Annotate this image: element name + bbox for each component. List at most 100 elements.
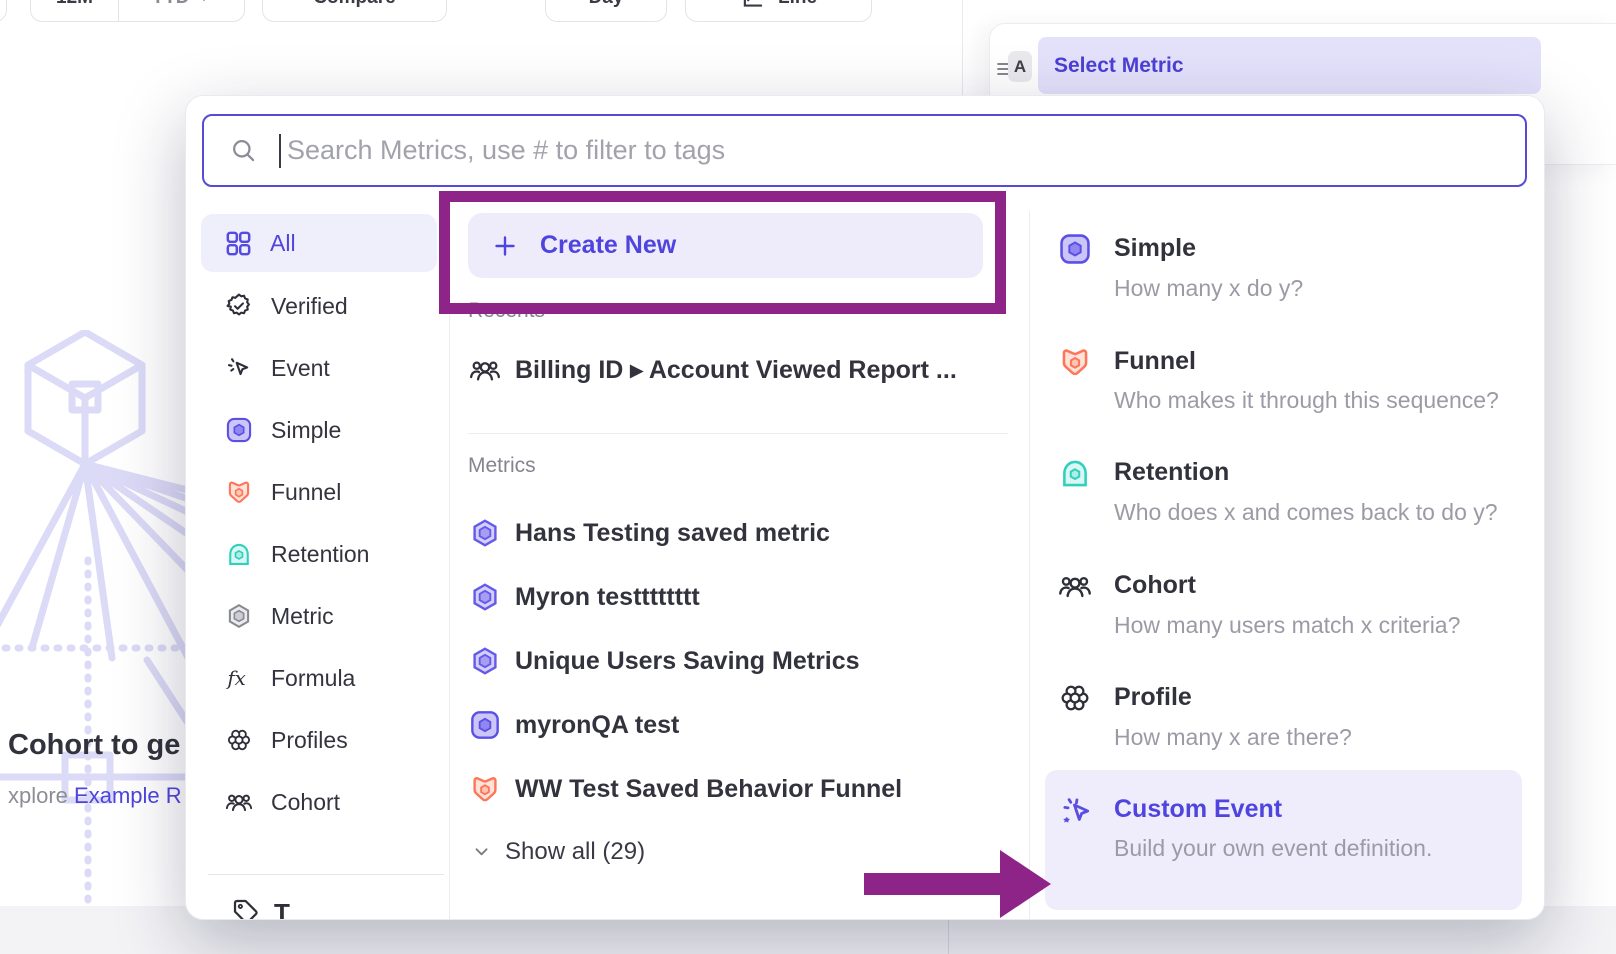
recents-metrics-divider <box>468 433 1008 434</box>
funnel-icon <box>469 773 501 805</box>
recent-item-label: Billing ID ▸ Account Viewed Report ... <box>515 355 957 385</box>
chart-type-line-label: Line <box>778 0 817 9</box>
profiles-cluster-icon <box>225 726 253 754</box>
sidebar-item-label: T <box>274 898 290 920</box>
chart-type-line-button[interactable]: Line <box>685 0 872 22</box>
sidebar-item-metric[interactable]: Metric <box>201 587 437 645</box>
range-ytd-button[interactable]: YTD <box>118 0 244 21</box>
sidebar-item-cohort[interactable]: Cohort <box>201 773 437 831</box>
cohort-icon <box>469 354 501 386</box>
text-caret <box>279 134 281 168</box>
metric-list-item[interactable]: WW Test Saved Behavior Funnel <box>469 773 902 805</box>
search-input[interactable] <box>285 134 1525 167</box>
show-all-label: Show all (29) <box>505 838 645 866</box>
canvas-divider <box>962 0 963 95</box>
metric-hexagon-icon <box>469 581 501 613</box>
metric-clause-badge: A <box>1008 51 1032 82</box>
type-cohort-title[interactable]: Cohort <box>1114 571 1196 600</box>
custom-event-icon[interactable] <box>1058 793 1094 829</box>
sidebar-item-verified[interactable]: Verified <box>201 277 437 335</box>
recent-item-row[interactable]: Billing ID ▸ Account Viewed Report ... <box>469 354 957 386</box>
profiles-cluster-icon[interactable] <box>1058 681 1092 715</box>
funnel-icon[interactable] <box>1058 345 1092 379</box>
simple-metric-icon <box>225 416 253 444</box>
metric-picker-modal: All Verified Event Simple <box>185 95 1545 920</box>
show-all-toggle[interactable]: Show all (29) <box>471 838 645 866</box>
type-profile-desc: How many x are there? <box>1114 724 1352 751</box>
sidebar-item-tags-partial[interactable]: T <box>230 896 290 920</box>
plus-icon <box>492 233 518 259</box>
chevron-down-icon <box>471 841 493 863</box>
metric-hexagon-icon <box>469 517 501 549</box>
simple-metric-icon[interactable] <box>1058 232 1092 266</box>
sidebar-item-all[interactable]: All <box>201 214 437 272</box>
sidebar-item-label: Simple <box>271 417 341 444</box>
type-funnel-title[interactable]: Funnel <box>1114 347 1196 376</box>
date-range-segmented-control: 12M YTD <box>30 0 245 22</box>
select-metric-pill[interactable]: Select Metric <box>1038 37 1541 94</box>
metrics-section-label: Metrics <box>468 454 536 478</box>
sidebar-item-label: Formula <box>271 665 355 692</box>
empty-state-explore-line: xplore Example R <box>8 783 182 809</box>
type-simple-desc: How many x do y? <box>1114 275 1303 302</box>
line-chart-icon <box>740 0 766 11</box>
metric-item-label: Myron testttttttt <box>515 583 700 612</box>
type-funnel-desc: Who makes it through this sequence? <box>1114 387 1499 414</box>
empty-state-headline-fragment: Cohort to ge <box>8 729 180 762</box>
recents-section-label: Recents <box>468 299 545 323</box>
sidebar-divider <box>449 211 450 920</box>
type-custom-event-desc: Build your own event definition. <box>1114 835 1432 862</box>
formula-icon: fx <box>225 664 253 692</box>
sidebar-item-funnel[interactable]: Funnel <box>201 463 437 521</box>
range-12m-button[interactable]: 12M <box>31 0 118 21</box>
metric-list-item[interactable]: Hans Testing saved metric <box>469 517 830 549</box>
svg-text:fx: fx <box>225 667 246 690</box>
type-custom-event-title[interactable]: Custom Event <box>1114 795 1282 824</box>
annotation-arrow <box>862 846 1054 920</box>
type-retention-desc: Who does x and comes back to do y? <box>1114 499 1498 526</box>
sidebar-item-event[interactable]: Event <box>201 339 437 397</box>
example-reports-link[interactable]: Example R <box>74 783 182 808</box>
metric-list-item[interactable]: Unique Users Saving Metrics <box>469 645 860 677</box>
cohort-icon <box>225 788 253 816</box>
sidebar-item-label: Metric <box>271 603 334 630</box>
explore-prefix: xplore <box>8 783 68 808</box>
grid-icon <box>225 230 252 257</box>
types-divider <box>1029 211 1030 920</box>
create-new-button[interactable]: Create New <box>468 213 983 278</box>
cohort-icon[interactable] <box>1058 569 1092 603</box>
metric-item-label: myronQA test <box>515 711 679 740</box>
type-simple-title[interactable]: Simple <box>1114 234 1196 263</box>
metric-item-label: Unique Users Saving Metrics <box>515 647 860 676</box>
chevron-down-icon <box>196 0 212 6</box>
type-cohort-desc: How many users match x criteria? <box>1114 612 1460 639</box>
verified-icon <box>225 292 253 320</box>
sidebar-item-label: Event <box>271 355 330 382</box>
sidebar-item-label: Cohort <box>271 789 340 816</box>
search-box <box>202 114 1527 187</box>
create-new-label: Create New <box>540 231 676 260</box>
toolbar-fragment-button[interactable] <box>0 0 7 22</box>
sidebar-item-simple[interactable]: Simple <box>201 401 437 459</box>
type-profile-title[interactable]: Profile <box>1114 683 1192 712</box>
sidebar-item-formula[interactable]: fx Formula <box>201 649 437 707</box>
sidebar-item-label: Verified <box>271 293 348 320</box>
tag-icon <box>230 896 260 920</box>
metric-hexagon-icon <box>225 602 253 630</box>
simple-metric-icon <box>469 709 501 741</box>
metric-hexagon-icon <box>469 645 501 677</box>
sidebar-item-label: All <box>270 230 296 257</box>
retention-icon[interactable] <box>1058 456 1092 490</box>
funnel-icon <box>225 478 253 506</box>
sidebar-item-retention[interactable]: Retention <box>201 525 437 583</box>
metric-list-item[interactable]: myronQA test <box>469 709 679 741</box>
sidebar-section-divider <box>208 874 444 875</box>
metric-list-item[interactable]: Myron testttttttt <box>469 581 700 613</box>
interval-day-button[interactable]: Day <box>545 0 667 22</box>
compare-button[interactable]: Compare <box>262 0 447 22</box>
metric-item-label: Hans Testing saved metric <box>515 519 830 548</box>
sidebar-item-profiles[interactable]: Profiles <box>201 711 437 769</box>
sidebar-item-label: Retention <box>271 541 369 568</box>
event-cursor-icon <box>225 354 253 382</box>
type-retention-title[interactable]: Retention <box>1114 458 1229 487</box>
